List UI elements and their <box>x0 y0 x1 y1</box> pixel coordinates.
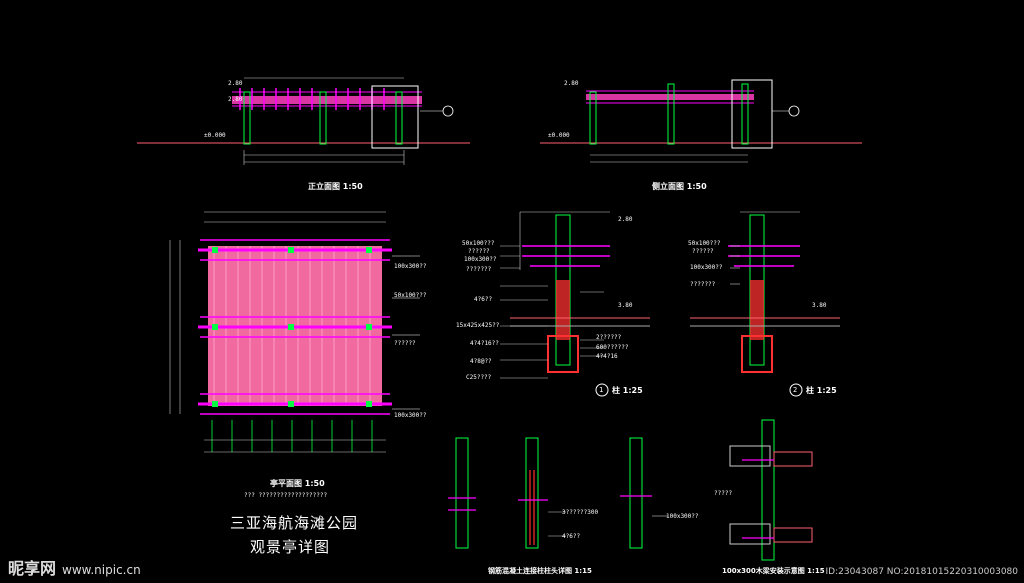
elevation-mark: ±0.000 <box>548 132 570 139</box>
front-elevation-caption: 正立面图 1:50 <box>308 182 363 191</box>
watermark-brand: 昵享网 www.nipic.cn <box>8 555 141 579</box>
annotation: 50x100??? <box>462 240 495 247</box>
annotation: 4?6?? <box>562 533 581 540</box>
elevation-mark: 2.80 <box>618 216 633 223</box>
plan-subcaption: ??? ??????????????????? <box>244 492 328 499</box>
beam-install-details <box>729 419 813 561</box>
annotation: ?????? <box>692 248 714 255</box>
annotation: ??????? <box>690 281 716 288</box>
connection-details <box>448 437 668 549</box>
annotation: ?????? <box>394 340 416 347</box>
project-title: 三亚海航海滩公园 <box>230 514 359 532</box>
annotation: ??????? <box>466 266 492 273</box>
detail2-caption: 柱 1:25 <box>806 386 837 395</box>
watermark-id: ID:23043087 NO:20181015220310003080 <box>825 567 1019 577</box>
front-elevation <box>137 77 470 165</box>
annotation: 4?6?? <box>474 296 493 303</box>
annotation: 50x100??? <box>394 292 427 299</box>
annotation: 600?????? <box>596 344 629 351</box>
annotation: 2?????? <box>596 334 622 341</box>
elevation-mark: 2.80 <box>564 80 579 87</box>
annotation: 4?8@?? <box>470 358 492 365</box>
detail1-caption: 柱 1:25 <box>612 386 643 395</box>
drawing-title: 观景亭详图 <box>250 538 331 556</box>
cad-drawing <box>137 77 862 561</box>
elevation-mark: 3.80 <box>618 302 633 309</box>
annotation: 50x100??? <box>688 240 721 247</box>
annotation: 3??????300 <box>562 509 599 516</box>
elevation-mark: 3.80 <box>812 302 827 309</box>
elevation-mark: ±0.000 <box>204 132 226 139</box>
detail1-number: 1 <box>599 386 604 394</box>
detail2-number: 2 <box>793 386 798 394</box>
bottom-detail-caption: 钢筋混凝土连接柱柱头详图 1:15 <box>488 567 592 575</box>
annotation: ????? <box>714 490 733 497</box>
elevation-mark: 2.80 <box>228 80 243 87</box>
annotation: 100x300?? <box>394 412 427 419</box>
plan-caption: 亭平面图 1:50 <box>270 479 325 488</box>
annotation: 15x425x425?? <box>456 322 500 329</box>
cad-drawing-canvas: 正立面图 1:50 侧立面图 1:50 亭平面图 1:50 ??? ??????… <box>0 0 1024 583</box>
side-elevation-caption: 侧立面图 1:50 <box>652 182 707 191</box>
annotation: 4?4?16 <box>596 353 618 360</box>
annotation: 100x300?? <box>394 263 427 270</box>
annotation: 4?4?16?? <box>470 340 499 347</box>
elevation-mark: 2.80 <box>228 96 243 103</box>
annotation: 100x300?? <box>690 264 723 271</box>
side-elevation <box>540 79 862 163</box>
pavilion-plan <box>169 211 420 453</box>
annotation: 100x300?? <box>666 513 699 520</box>
annotation: C25???? <box>466 374 492 381</box>
bottom-right-caption: 100x300木梁安装示意图 1:15 <box>722 567 825 575</box>
annotation: 100x300?? <box>464 256 497 263</box>
watermark-brand-text: 昵享网 <box>8 559 57 578</box>
annotation: ?????? <box>468 248 490 255</box>
watermark-url: www.nipic.cn <box>62 563 141 577</box>
